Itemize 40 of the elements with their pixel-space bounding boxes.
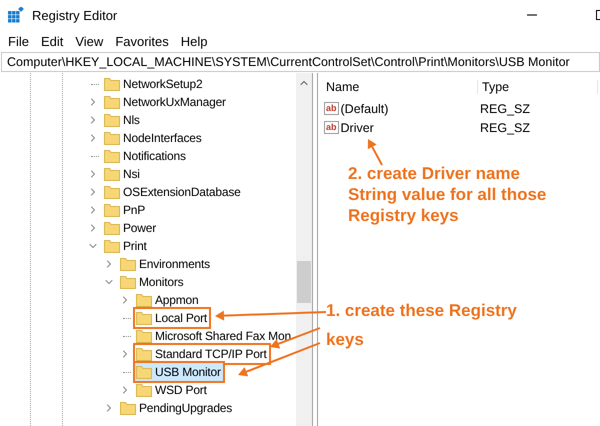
folder-icon — [120, 257, 136, 271]
folder-icon — [104, 77, 120, 91]
folder-icon — [136, 311, 152, 325]
column-header[interactable]: Type — [478, 80, 598, 94]
folder-icon — [120, 275, 136, 289]
folder-icon — [104, 167, 120, 181]
string-value-icon: ab — [324, 121, 339, 134]
menu-item[interactable]: File — [2, 32, 35, 50]
folder-icon — [104, 149, 120, 163]
tree-item[interactable]: USB Monitor — [133, 361, 225, 383]
menu-item[interactable]: Help — [174, 32, 214, 50]
address-bar[interactable]: Computer\HKEY_LOCAL_MACHINE\SYSTEM\CurrentControlSet\Control\Print\Monitors\USB Monitor — [1, 52, 600, 72]
value-name[interactable]: ab (Default) — [322, 102, 476, 116]
menu-item[interactable]: Edit — [34, 32, 70, 50]
folder-icon — [136, 365, 152, 379]
folder-icon — [120, 401, 136, 415]
string-value-icon: ab — [324, 102, 339, 115]
annotation-text: 1. create these Registry keys — [326, 300, 518, 351]
folder-icon — [104, 95, 120, 109]
annotation-arrow — [368, 139, 383, 166]
window-title: Registry Editor — [32, 8, 118, 22]
folder-icon — [104, 203, 120, 217]
folder-icon — [104, 239, 120, 253]
folder-icon — [104, 185, 120, 199]
registry-cubes-icon — [8, 7, 24, 23]
folder-icon — [136, 293, 152, 307]
value-name[interactable]: ab Driver — [322, 120, 476, 134]
column-header[interactable]: Name — [322, 80, 478, 94]
folder-icon — [104, 131, 120, 145]
value-type: REG_SZ — [479, 102, 530, 116]
folder-icon — [104, 113, 120, 127]
tree-item[interactable]: Local Port — [133, 307, 212, 329]
menu-item[interactable]: Favorites — [109, 32, 175, 50]
scrollbar[interactable] — [296, 73, 312, 426]
menu-item[interactable]: View — [69, 32, 110, 50]
folder-icon — [136, 329, 152, 343]
scroll-thumb[interactable] — [297, 261, 311, 303]
folder-icon — [104, 221, 120, 235]
value-type: REG_SZ — [479, 120, 530, 134]
annotation-text: 2. create Driver name String value for all those Registry keys — [348, 163, 548, 226]
